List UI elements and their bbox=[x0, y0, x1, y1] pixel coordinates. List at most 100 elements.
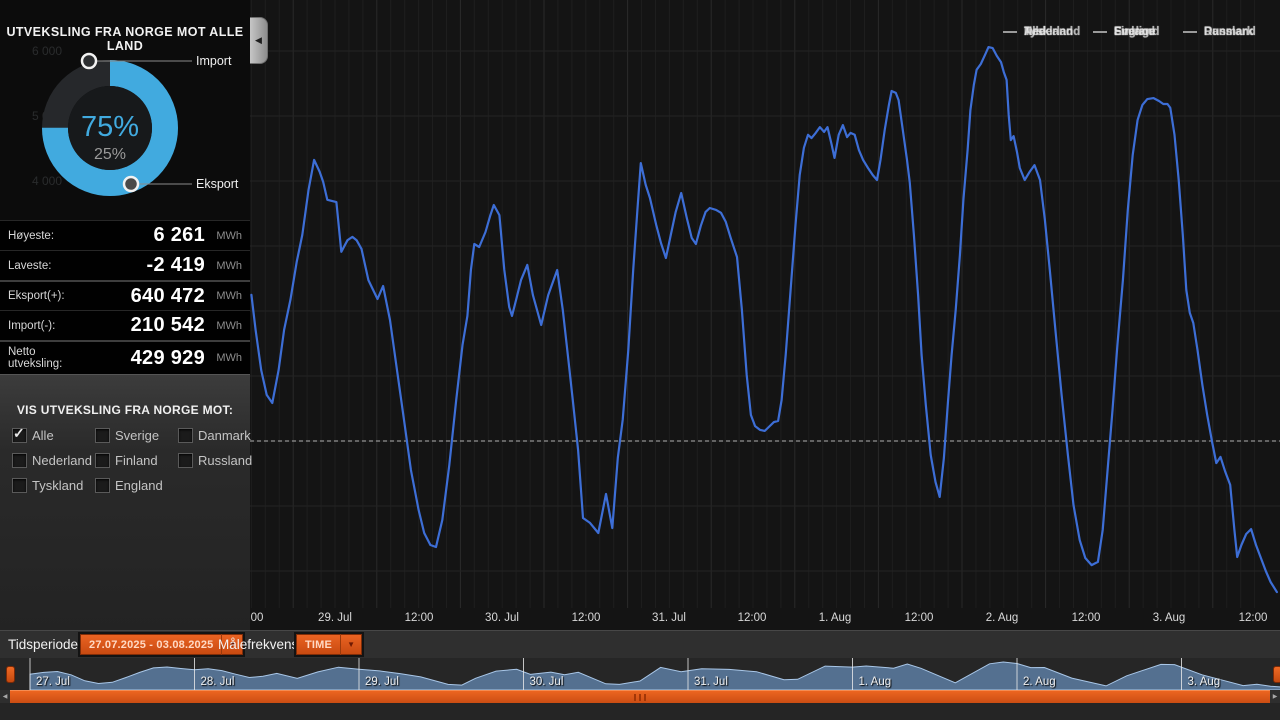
stat-row: Eksport(+): 640 472 MWh bbox=[0, 280, 250, 310]
sidebar-panel: 6 0005 0004 0003 0002 000 UTVEKSLING FRA… bbox=[0, 0, 252, 630]
legend-label: England bbox=[1114, 25, 1160, 38]
scrollbar-grip-icon bbox=[634, 694, 646, 701]
filter-checkbox-sverige[interactable]: Sverige bbox=[95, 428, 159, 443]
legend-item[interactable]: Sverige Finland England bbox=[1093, 25, 1159, 39]
stat-unit: MWh bbox=[216, 229, 242, 242]
checkmark-icon: ✓ bbox=[13, 425, 25, 441]
range-handle-right[interactable] bbox=[1273, 666, 1280, 683]
checkbox-icon[interactable] bbox=[95, 478, 110, 493]
x-axis-tick-label: 12:00 bbox=[738, 612, 767, 624]
scroll-left-button[interactable]: ◀ bbox=[0, 690, 10, 703]
timeline-overview[interactable]: 27. Jul 28. Jul 29. Jul 30. Jul 31. Jul 1. Au… bbox=[0, 658, 1280, 690]
stats-table: Høyeste: 6 261 MWh Laveste: -2 419 MWh Eksport… bbox=[0, 220, 250, 374]
export-percent-value: 75% bbox=[81, 111, 139, 143]
x-axis-tick-label: 12:00 bbox=[905, 612, 934, 624]
checkbox-label: Nederland bbox=[32, 453, 92, 468]
range-handle-left[interactable] bbox=[6, 666, 15, 683]
panel-collapse-button[interactable]: ◀ bbox=[250, 17, 268, 64]
checkbox-label: Russland bbox=[198, 453, 253, 468]
stat-row: Høyeste: 6 261 MWh bbox=[0, 220, 250, 250]
stat-row: Laveste: -2 419 MWh bbox=[0, 250, 250, 280]
checkbox-icon[interactable]: ✓ bbox=[12, 425, 27, 443]
eksport-label: Eksport bbox=[196, 177, 239, 191]
malefrekvens-label: Målefrekvens: bbox=[218, 637, 303, 652]
exchange-line-chart[interactable]: 00 29. Jul 12:00 30. Jul 12:00 31. Jul 12:00 1.… bbox=[250, 0, 1280, 630]
legend-dash-icon bbox=[1003, 31, 1017, 33]
scroll-left-icon: ◀ bbox=[2, 694, 8, 700]
checkbox-label: England bbox=[115, 478, 163, 493]
filter-checkbox-england[interactable]: England bbox=[95, 478, 163, 493]
overview-area bbox=[29, 661, 1280, 690]
x-axis-tick-label: 12:00 bbox=[1072, 612, 1101, 624]
eksport-marker-dot[interactable] bbox=[122, 175, 140, 193]
x-axis-tick-label: 1. Aug bbox=[819, 612, 852, 624]
stat-value: 210 542 bbox=[130, 314, 205, 336]
tidsperiode-value: 27.07.2025 - 03.08.2025 bbox=[89, 638, 214, 651]
stat-unit: MWh bbox=[216, 290, 242, 302]
stat-unit: MWh bbox=[216, 259, 242, 272]
x-axis-tick-label: 00 bbox=[251, 612, 264, 624]
legend-dash-icon bbox=[1093, 31, 1107, 33]
x-axis-tick-label: 31. Jul bbox=[652, 612, 686, 624]
malefrekvens-dropdown[interactable]: TIME ▼ bbox=[296, 634, 363, 655]
exchange-series-line bbox=[250, 45, 1279, 594]
checkbox-icon[interactable] bbox=[12, 478, 27, 493]
checkbox-label: Finland bbox=[115, 453, 158, 468]
x-axis-tick-label: 12:00 bbox=[572, 612, 601, 624]
tidsperiode-label: Tidsperiode: bbox=[8, 637, 82, 652]
filter-checkbox-finland[interactable]: Finland bbox=[95, 453, 158, 468]
legend-item[interactable]: Danmark Russland bbox=[1183, 25, 1256, 39]
filter-checkbox-danmark[interactable]: Danmark bbox=[178, 428, 251, 443]
import-marker-dot[interactable] bbox=[80, 52, 98, 70]
stat-label: Import(-): bbox=[8, 319, 56, 332]
stat-unit: MWh bbox=[216, 352, 242, 364]
collapse-arrow-icon: ◀ bbox=[255, 35, 262, 45]
checkbox-icon[interactable] bbox=[12, 453, 27, 468]
filter-title: VIS UTVEKSLING FRA NORGE MOT: bbox=[16, 403, 234, 417]
stat-value: -2 419 bbox=[146, 254, 205, 276]
power-exchange-dashboard: 00 29. Jul 12:00 30. Jul 12:00 31. Jul 12:00 1.… bbox=[0, 0, 1280, 720]
stat-label: Høyeste: bbox=[8, 229, 55, 242]
filter-checkbox-alle[interactable]: ✓ Alle bbox=[12, 425, 54, 443]
scroll-right-button[interactable]: ▶ bbox=[1270, 690, 1280, 703]
stat-row: Import(-): 210 542 MWh bbox=[0, 310, 250, 340]
stat-label: Eksport(+): bbox=[8, 290, 65, 302]
filter-checkbox-nederland[interactable]: Nederland bbox=[12, 453, 92, 468]
import-export-donut: 75% 25% Import Eksport bbox=[42, 52, 239, 196]
x-axis-tick-label: 12:00 bbox=[1239, 612, 1268, 624]
x-axis-tick-label: 30. Jul bbox=[485, 612, 519, 624]
legend-label: Russland bbox=[1204, 25, 1256, 38]
stat-label: Netto utveksling: bbox=[8, 346, 63, 370]
checkbox-icon[interactable] bbox=[95, 453, 110, 468]
x-axis-tick-label: 2. Aug bbox=[986, 612, 1019, 624]
checkbox-label: Sverige bbox=[115, 428, 160, 443]
scroll-right-icon: ▶ bbox=[1272, 694, 1278, 700]
stat-value: 640 472 bbox=[130, 284, 205, 307]
import-label: Import bbox=[196, 54, 232, 68]
legend-dash-icon bbox=[1183, 31, 1197, 33]
checkbox-label: Danmark bbox=[198, 428, 251, 443]
bottom-controls-bar: Tidsperiode: 27.07.2025 - 03.08.2025 ▼ M… bbox=[0, 630, 1280, 659]
checkbox-icon[interactable] bbox=[95, 428, 110, 443]
stat-value: 6 261 bbox=[153, 224, 205, 246]
scrollbar-thumb[interactable] bbox=[10, 690, 1270, 703]
legend-label: Tyskland bbox=[1024, 25, 1073, 38]
filter-checkbox-tyskland[interactable]: Tyskland bbox=[12, 478, 83, 493]
import-percent-value: 25% bbox=[94, 146, 126, 163]
checkbox-label: Alle bbox=[32, 428, 54, 443]
timeline-area-chart bbox=[29, 658, 1280, 690]
country-filter-section: VIS UTVEKSLING FRA NORGE MOT: ✓ Alle Sveri… bbox=[0, 374, 252, 630]
stat-unit: MWh bbox=[216, 319, 242, 332]
checkbox-icon[interactable] bbox=[178, 453, 193, 468]
legend-item[interactable]: Alle Nederland Tyskland bbox=[1003, 25, 1080, 39]
stat-value: 429 929 bbox=[130, 346, 205, 369]
x-axis-tick-label: 3. Aug bbox=[1153, 612, 1186, 624]
filter-checkbox-russland[interactable]: Russland bbox=[178, 453, 252, 468]
horizontal-scrollbar: ◀ ▶ bbox=[0, 690, 1280, 703]
stat-label: Laveste: bbox=[8, 259, 52, 272]
stat-row: Netto utveksling: 429 929 MWh bbox=[0, 340, 250, 374]
x-axis-tick-label: 12:00 bbox=[405, 612, 434, 624]
checkbox-icon[interactable] bbox=[178, 428, 193, 443]
x-axis-tick-label: 29. Jul bbox=[318, 612, 352, 624]
checkbox-label: Tyskland bbox=[32, 478, 84, 493]
